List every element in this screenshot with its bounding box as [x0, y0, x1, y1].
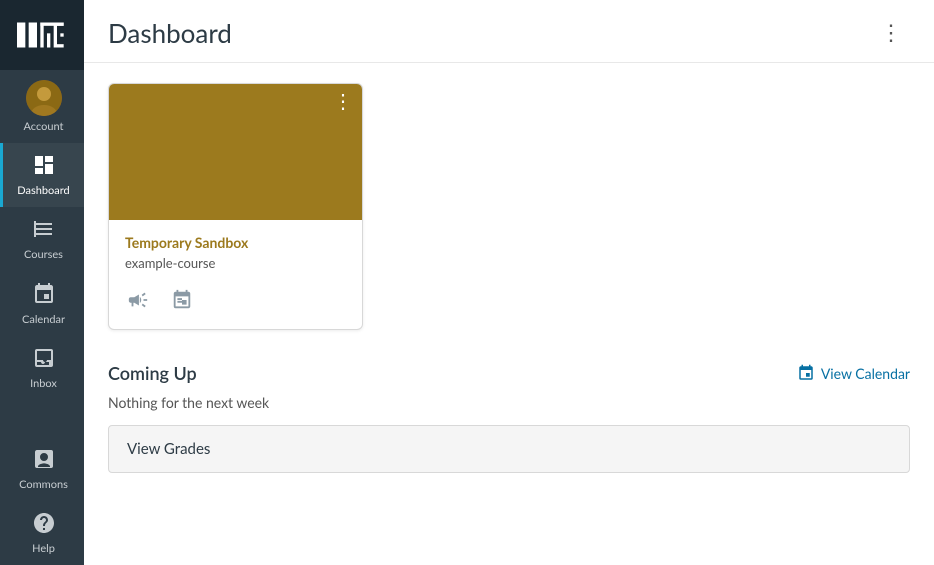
help-svg [32, 511, 56, 535]
courses-icon [32, 217, 56, 244]
commons-svg [32, 447, 56, 471]
sidebar-item-inbox-label: Inbox [30, 377, 57, 390]
sidebar-item-commons[interactable]: Commons [0, 437, 84, 501]
sidebar-item-account[interactable]: Account [0, 70, 84, 143]
sidebar-item-account-label: Account [24, 120, 64, 133]
card-menu-button[interactable]: ⋮ [323, 84, 363, 120]
calendar-icon [32, 282, 56, 309]
view-grades-label: View Grades [127, 440, 210, 458]
card-title: Temporary Sandbox [125, 234, 346, 251]
view-calendar-label: View Calendar [821, 365, 910, 382]
sidebar-item-courses[interactable]: Courses [0, 207, 84, 271]
assignments-icon [171, 289, 193, 311]
calendar-svg [32, 282, 56, 306]
sidebar-item-inbox[interactable]: Inbox [0, 336, 84, 400]
sidebar-item-calendar[interactable]: Calendar [0, 272, 84, 336]
announcements-icon [127, 289, 149, 311]
commons-icon [32, 447, 56, 474]
coming-up-title: Coming Up [108, 362, 197, 384]
course-card: ⋮ Temporary Sandbox example-course [108, 83, 363, 330]
course-cards-row: ⋮ Temporary Sandbox example-course [108, 83, 910, 330]
avatar [26, 80, 62, 116]
courses-svg [32, 217, 56, 241]
dashboard-icon [32, 153, 56, 180]
sidebar-item-dashboard[interactable]: Dashboard [0, 143, 84, 207]
sidebar: Account Dashboard Courses Calendar [0, 0, 84, 565]
card-subtitle: example-course [125, 255, 346, 271]
help-icon [32, 511, 56, 538]
page-title: Dashboard [108, 17, 232, 49]
announcements-button[interactable] [125, 287, 151, 313]
avatar-image [26, 80, 62, 116]
content-area: ⋮ Temporary Sandbox example-course [84, 63, 934, 565]
card-image: ⋮ [109, 84, 363, 220]
sidebar-item-courses-label: Courses [24, 248, 63, 261]
sidebar-logo [0, 0, 84, 70]
dashboard-svg [32, 153, 56, 177]
inbox-svg [32, 346, 56, 370]
sidebar-item-help[interactable]: Help [0, 501, 84, 565]
card-icons-row [125, 283, 346, 319]
assignments-button[interactable] [169, 287, 195, 313]
mit-logo-icon [17, 20, 67, 50]
calendar-small-icon [797, 364, 815, 382]
sidebar-item-dashboard-label: Dashboard [17, 184, 69, 197]
card-body: Temporary Sandbox example-course [109, 220, 362, 329]
main-content: Dashboard ⋮ ⋮ Temporary Sandbox example-… [84, 0, 934, 565]
coming-up-empty-message: Nothing for the next week [108, 394, 910, 411]
header: Dashboard ⋮ [84, 0, 934, 63]
sidebar-item-commons-label: Commons [19, 478, 68, 491]
coming-up-header: Coming Up View Calendar [108, 362, 910, 384]
view-grades-button[interactable]: View Grades [108, 425, 910, 473]
inbox-icon [32, 346, 56, 373]
sidebar-item-help-label: Help [32, 542, 55, 555]
coming-up-section: Coming Up View Calendar Nothing for the … [108, 362, 910, 473]
sidebar-item-calendar-label: Calendar [22, 313, 65, 326]
view-calendar-link[interactable]: View Calendar [797, 364, 910, 382]
header-menu-button[interactable]: ⋮ [872, 16, 910, 50]
